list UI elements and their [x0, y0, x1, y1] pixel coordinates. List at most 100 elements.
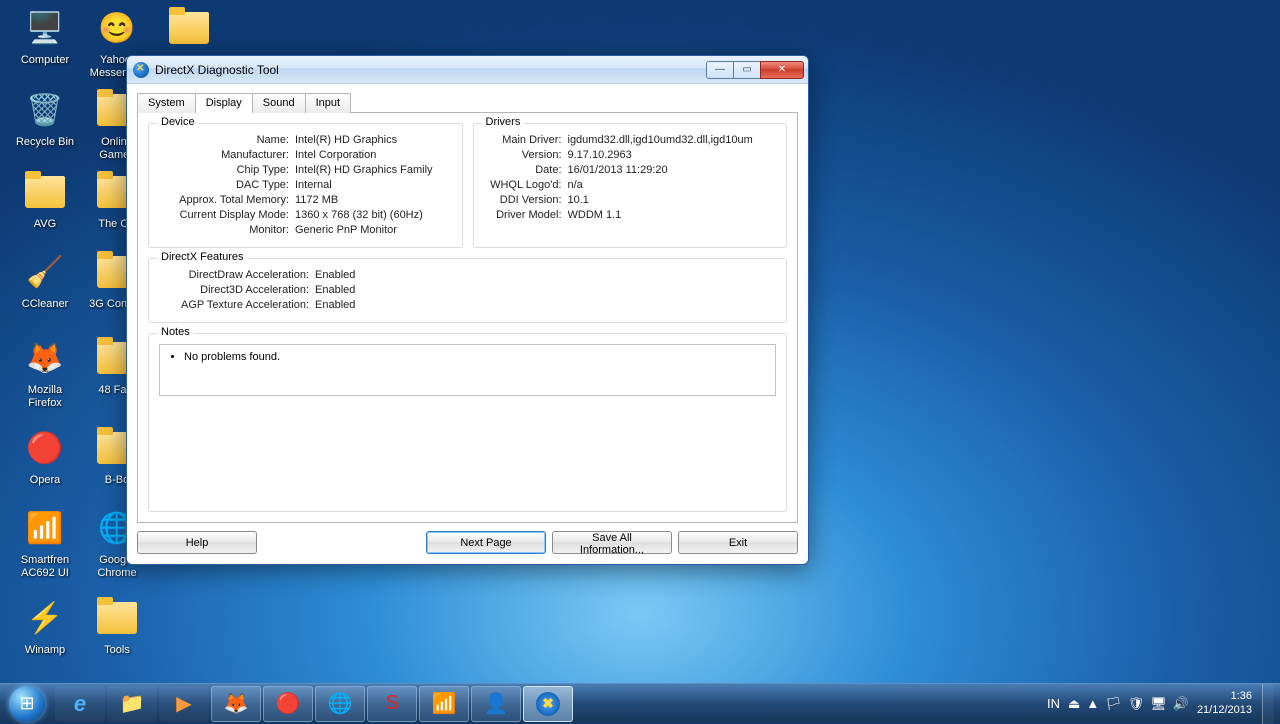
notes-group: Notes No problems found.: [148, 333, 787, 512]
tab-display[interactable]: Display: [195, 93, 253, 113]
field-value: 1360 x 768 (32 bit) (60Hz): [295, 209, 452, 221]
desktop-icon-ccleaner[interactable]: 🧹CCleaner: [10, 248, 80, 311]
clock-date: 21/12/2013: [1197, 704, 1252, 717]
app-icon: 🧹: [21, 248, 69, 296]
tray-icon-0[interactable]: ⏏: [1068, 696, 1080, 712]
start-button[interactable]: ⊞: [0, 684, 54, 724]
window-body: SystemDisplaySoundInput Device Name:Inte…: [127, 84, 808, 564]
taskbar-item-smartfren-s[interactable]: S: [367, 686, 417, 722]
system-tray: IN ⏏ ▲ 🏳 🛡 🖥 🔊 1:36 21/12/2013: [1041, 690, 1258, 716]
app-icon: ⚡: [21, 594, 69, 642]
maximize-button[interactable]: ▭: [733, 61, 761, 79]
minimize-button[interactable]: —: [706, 61, 734, 79]
field-value: Enabled: [315, 269, 776, 281]
taskbar-item-chrome[interactable]: 🌐: [315, 686, 365, 722]
dxdiag-icon: ✖: [536, 692, 560, 716]
device-row: Chip Type: Intel(R) HD Graphics Family: [159, 164, 452, 176]
show-desktop-button[interactable]: [1262, 684, 1274, 724]
exit-button[interactable]: Exit: [678, 531, 798, 554]
window-controls: — ▭ ✕: [707, 61, 804, 79]
chrome-icon: 🌐: [328, 691, 353, 716]
desktop-icon-avg[interactable]: AVG: [10, 168, 80, 231]
next-page-button[interactable]: Next Page: [426, 531, 546, 554]
drivers-row: Date:16/01/2013 11:29:20: [484, 164, 777, 176]
smartfren-icon: 📶: [432, 691, 457, 716]
drivers-legend: Drivers: [482, 116, 525, 128]
notes-legend: Notes: [157, 326, 194, 338]
tray-icon-5[interactable]: 🔊: [1173, 696, 1189, 712]
drivers-row: WHQL Logo'd:n/a: [484, 179, 777, 191]
clock[interactable]: 1:36 21/12/2013: [1197, 690, 1252, 716]
field-label: Current Display Mode:: [159, 209, 289, 221]
icon-label: Smartfren AC692 UI: [10, 554, 80, 579]
tray-icon-4[interactable]: 🖥: [1150, 696, 1167, 712]
taskbar-item-firefox[interactable]: 🦊: [211, 686, 261, 722]
device-row: DAC Type:Internal: [159, 179, 452, 191]
field-label: Chip Type:: [159, 164, 289, 176]
desktop-icon-recycle-bin[interactable]: 🗑️Recycle Bin: [10, 86, 80, 149]
feature-row: DirectDraw Acceleration:Enabled: [159, 269, 776, 281]
desktop-icon-tools[interactable]: Tools: [82, 594, 152, 657]
tab-strip: SystemDisplaySoundInput: [137, 93, 798, 113]
device-row: Monitor:Generic PnP Monitor: [159, 224, 452, 236]
titlebar[interactable]: DirectX Diagnostic Tool — ▭ ✕: [127, 56, 808, 84]
close-button[interactable]: ✕: [760, 61, 804, 79]
drivers-row: DDI Version:10.1: [484, 194, 777, 206]
field-value: Intel(R) HD Graphics Family: [295, 164, 452, 176]
explorer-icon: 📁: [120, 691, 145, 716]
drivers-row: Main Driver:igdumd32.dll,igd10umd32.dll,…: [484, 134, 777, 146]
taskbar-item-wmp[interactable]: ▶: [159, 686, 209, 722]
desktop-icon-opera[interactable]: 🔴Opera: [10, 424, 80, 487]
taskbar-item-opera[interactable]: 🔴: [263, 686, 313, 722]
note-item: No problems found.: [184, 351, 765, 363]
desktop-icon-mozilla-firefox[interactable]: 🦊Mozilla Firefox: [10, 334, 80, 409]
app-icon: 🦊: [21, 334, 69, 382]
field-value: 1172 MB: [295, 194, 452, 206]
help-button[interactable]: Help: [137, 531, 257, 554]
wmp-icon: ▶: [176, 691, 191, 716]
icon-label: Computer: [10, 54, 80, 67]
feature-row: Direct3D Acceleration:Enabled: [159, 284, 776, 296]
field-label: Main Driver:: [484, 134, 562, 146]
tray-icon-2[interactable]: 🏳: [1105, 696, 1122, 712]
field-label: Version:: [484, 149, 562, 161]
desktop-icon-smartfren-ac692-ui[interactable]: 📶Smartfren AC692 UI: [10, 504, 80, 579]
desktop-icon-computer[interactable]: 🖥️ Computer: [10, 4, 80, 67]
taskbar-item-user[interactable]: 👤: [471, 686, 521, 722]
icon-label: Winamp: [10, 644, 80, 657]
taskbar-item-smartfren[interactable]: 📶: [419, 686, 469, 722]
device-row: Current Display Mode: 1360 x 768 (32 bit)…: [159, 209, 452, 221]
device-group: Device Name:Intel(R) HD GraphicsManufact…: [148, 123, 463, 248]
tray-icon-3[interactable]: 🛡: [1128, 696, 1145, 712]
button-bar: Help Next Page Save All Information... E…: [137, 523, 798, 554]
tab-system[interactable]: System: [137, 93, 196, 113]
features-group: DirectX Features DirectDraw Acceleration…: [148, 258, 787, 323]
save-all-button[interactable]: Save All Information...: [552, 531, 672, 554]
device-row: Name:Intel(R) HD Graphics: [159, 134, 452, 146]
app-icon: 🔴: [21, 424, 69, 472]
device-row: Manufacturer:Intel Corporation: [159, 149, 452, 161]
device-legend: Device: [157, 116, 199, 128]
field-value: 9.17.10.2963: [568, 149, 777, 161]
lang-indicator[interactable]: IN: [1047, 696, 1060, 711]
app-icon: 📶: [21, 504, 69, 552]
tab-input[interactable]: Input: [305, 93, 351, 113]
field-label: Manufacturer:: [159, 149, 289, 161]
firefox-icon: 🦊: [224, 691, 249, 716]
opera-icon: 🔴: [276, 691, 301, 716]
tray-icon-1[interactable]: ▲: [1086, 696, 1099, 712]
desktop-icon-winamp[interactable]: ⚡ Winamp: [10, 594, 80, 657]
icon-label: Tools: [82, 644, 152, 657]
dxdiag-icon: [133, 62, 149, 78]
taskbar-item-ie[interactable]: e: [55, 686, 105, 722]
tab-sound[interactable]: Sound: [252, 93, 306, 113]
ie-icon: e: [74, 691, 86, 717]
app-icon: 🖥️: [21, 4, 69, 52]
field-label: WHQL Logo'd:: [484, 179, 562, 191]
feature-row: AGP Texture Acceleration:Enabled: [159, 299, 776, 311]
clock-time: 1:36: [1197, 690, 1252, 703]
user-icon: 👤: [484, 691, 509, 716]
field-value: Enabled: [315, 284, 776, 296]
taskbar-item-dxdiag[interactable]: ✖: [523, 686, 573, 722]
taskbar-item-explorer[interactable]: 📁: [107, 686, 157, 722]
